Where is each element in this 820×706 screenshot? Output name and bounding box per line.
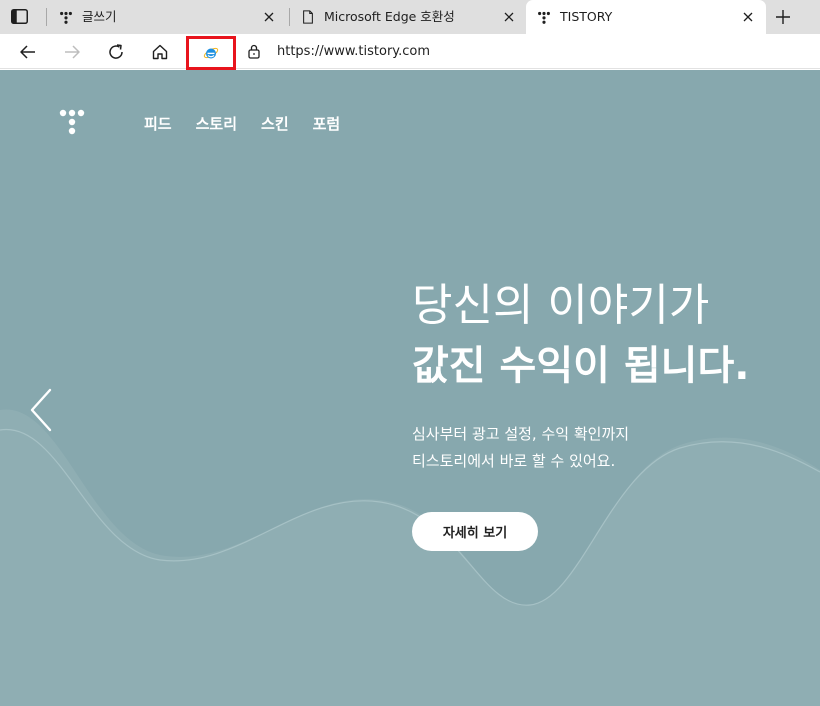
back-button[interactable] [14, 38, 42, 66]
nav-item-story[interactable]: 스토리 [196, 113, 237, 134]
ie-mode-button[interactable] [186, 36, 236, 70]
url-text: https://www.tistory.com [277, 44, 431, 59]
hero-description: 심사부터 광고 설정, 수익 확인까지 티스토리에서 바로 할 수 있어요. [412, 421, 629, 475]
hero-description-line: 티스토리에서 바로 할 수 있어요. [412, 452, 616, 470]
tab-strip: 글쓰기 Microsoft Edge 호환성 TISTORY [0, 0, 820, 34]
close-icon[interactable] [740, 9, 756, 25]
internet-explorer-icon [203, 47, 219, 59]
nav-item-feed[interactable]: 피드 [144, 113, 172, 134]
nav-item-skin[interactable]: 스킨 [261, 113, 289, 134]
tistory-logo[interactable] [56, 106, 88, 138]
main-nav: 피드 스토리 스킨 포럼 [144, 113, 364, 134]
address-bar[interactable]: https://www.tistory.com [238, 37, 820, 66]
close-icon[interactable] [501, 9, 517, 25]
tab-edge-compat[interactable]: Microsoft Edge 호환성 [290, 0, 526, 34]
arrow-left-icon [20, 45, 35, 59]
tab-title: Microsoft Edge 호환성 [324, 9, 455, 24]
forward-button[interactable] [58, 38, 86, 66]
home-button[interactable] [146, 38, 174, 66]
tab-separator [46, 8, 47, 26]
arrow-right-icon [65, 45, 80, 59]
tistory-icon [536, 9, 552, 25]
learn-more-button[interactable]: 자세히 보기 [412, 512, 538, 551]
nav-item-forum[interactable]: 포럼 [313, 113, 341, 134]
refresh-icon [109, 44, 123, 59]
new-tab-button[interactable] [770, 5, 796, 29]
tab-title: 글쓰기 [82, 9, 117, 24]
page-content: 피드 스토리 스킨 포럼 당신의 이야기가 값진 수익이 됩니다. 심사부터 광… [0, 70, 820, 706]
tab-title: TISTORY [560, 9, 613, 24]
hero-description-line: 심사부터 광고 설정, 수익 확인까지 [412, 425, 630, 443]
hero-headline-2: 값진 수익이 됩니다. [412, 343, 750, 389]
plus-icon [776, 10, 790, 24]
tab-actions-button[interactable] [6, 5, 32, 27]
tistory-icon [58, 9, 74, 25]
tab-actions-icon [10, 8, 28, 24]
tab-write[interactable]: 글쓰기 [48, 0, 288, 34]
hero-headline-1: 당신의 이야기가 [412, 280, 710, 331]
chevron-left-icon[interactable] [28, 388, 54, 432]
tab-tistory-active[interactable]: TISTORY [526, 0, 766, 34]
page-icon [300, 9, 316, 25]
close-icon[interactable] [261, 9, 277, 25]
home-icon [152, 44, 168, 60]
lock-icon[interactable] [246, 43, 262, 59]
reload-button[interactable] [102, 38, 130, 66]
toolbar: https://www.tistory.com [0, 34, 820, 70]
